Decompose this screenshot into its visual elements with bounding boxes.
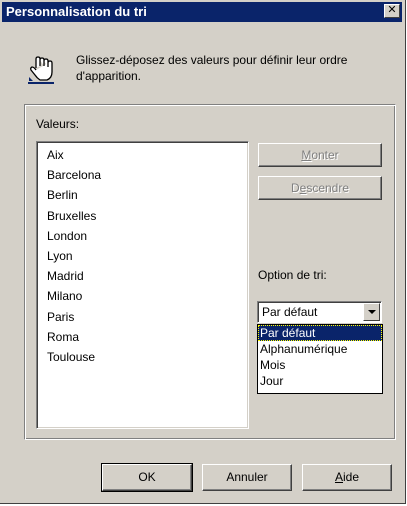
list-item[interactable]: Aix [37,145,248,165]
sort-option-item[interactable]: Mois [258,357,382,373]
list-item[interactable]: Paris [37,307,248,327]
sort-option-item[interactable]: Par défaut [258,325,382,341]
title-bar[interactable]: Personnalisation du tri ✕ [2,2,402,22]
sort-option-label: Option de tri: [258,268,327,282]
help-label: ide [343,470,360,484]
move-down-label-start: D [290,181,300,195]
cancel-button[interactable]: Annuler [202,464,292,491]
chevron-down-icon[interactable] [363,303,380,321]
list-item[interactable]: Roma [37,327,248,347]
list-item[interactable]: Lyon [37,246,248,266]
values-listbox[interactable]: Aix Barcelona Berlin Bruxelles London Ly… [36,141,249,429]
list-item[interactable]: London [37,226,248,246]
list-item[interactable]: Bruxelles [37,206,248,226]
list-item[interactable]: Barcelona [37,165,248,185]
move-up-button[interactable]: Monter [258,143,382,167]
move-up-label: onter [311,148,339,162]
close-icon: ✕ [387,4,397,16]
hand-pointer-icon [28,56,54,84]
move-up-mnemonic: M [301,148,312,162]
sort-option-value: Par défaut [262,305,318,319]
values-label: Valeurs: [36,117,80,131]
window-title: Personnalisation du tri [6,4,147,19]
list-item[interactable]: Milano [37,286,248,306]
sort-option-dropdown: Par défaut Alphanumérique Mois Jour [257,324,383,394]
move-down-button[interactable]: Descendre [258,176,382,200]
list-item[interactable]: Berlin [37,185,248,205]
sort-option-item[interactable]: Alphanumérique [258,341,382,357]
close-button[interactable]: ✕ [384,4,400,18]
help-button[interactable]: Aide [302,464,392,491]
sort-option-select[interactable]: Par défaut [257,301,382,323]
instructions-text: Glissez-déposez des valeurs pour définir… [76,53,348,83]
list-item[interactable]: Madrid [37,266,248,286]
sort-option-item[interactable]: Jour [258,373,382,389]
move-down-label-end: scendre [306,181,350,195]
ok-button[interactable]: OK [101,463,193,492]
help-mnemonic: A [334,470,343,484]
sort-customization-dialog: Personnalisation du tri ✕ Glissez-dépose… [0,0,406,504]
list-item[interactable]: Toulouse [37,347,248,367]
